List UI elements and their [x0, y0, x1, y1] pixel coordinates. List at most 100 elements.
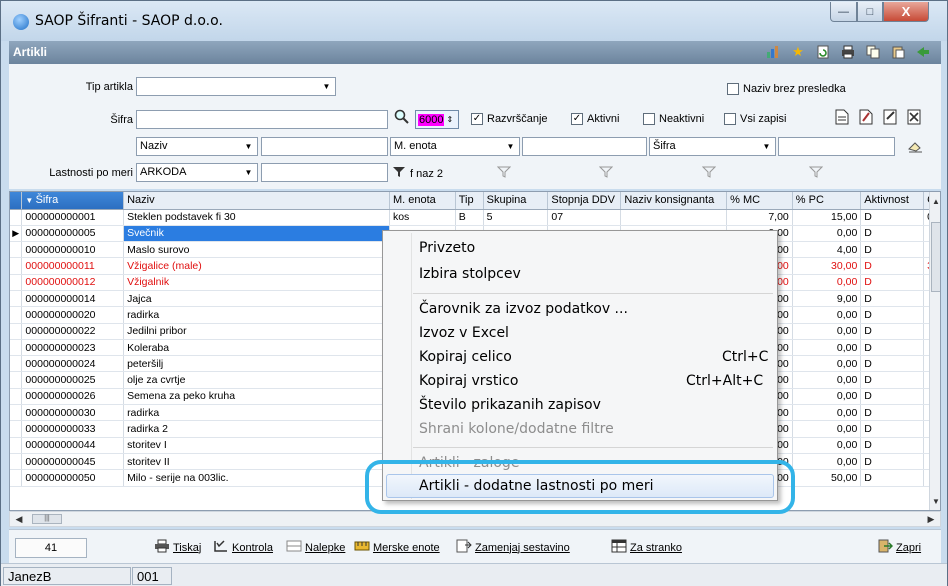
neaktivni-checkbox[interactable]: Neaktivni: [643, 113, 704, 125]
funnel-icon[interactable]: [598, 166, 614, 178]
cell-pc[interactable]: 15,00: [792, 209, 862, 226]
cell-naziv[interactable]: Vžigalice (male): [123, 257, 390, 275]
cell-naziv[interactable]: Semena za peko kruha: [123, 388, 390, 406]
cell-sifra[interactable]: 000000000033: [21, 420, 125, 438]
row-indicator[interactable]: [10, 306, 23, 324]
cell-sifra[interactable]: 000000000014: [21, 290, 125, 308]
favorite-star-icon[interactable]: ★: [790, 44, 806, 60]
edit-document-icon[interactable]: [859, 109, 873, 128]
row-indicator[interactable]: [10, 290, 23, 308]
print-icon[interactable]: [840, 44, 856, 60]
menu-item-izvoz-excel[interactable]: Izvoz v Excel: [419, 325, 509, 341]
cell-pc[interactable]: 0,00: [792, 355, 862, 373]
cell-tip[interactable]: B: [455, 209, 484, 226]
scroll-left-icon[interactable]: ◀: [12, 512, 26, 526]
tip-artikla-dropdown[interactable]: ▼: [136, 77, 336, 96]
cell-aktivnost[interactable]: D: [860, 274, 925, 291]
row-indicator[interactable]: [10, 274, 23, 291]
row-indicator[interactable]: [10, 404, 23, 422]
row-indicator[interactable]: [10, 257, 23, 275]
cell-pc[interactable]: 0,00: [792, 371, 862, 389]
minimize-button[interactable]: —: [830, 2, 857, 22]
cell-naziv[interactable]: olje za cvrtje: [123, 371, 390, 389]
cell-sifra[interactable]: 000000000005: [21, 225, 125, 243]
row-indicator[interactable]: [10, 323, 23, 340]
cell-aktivnost[interactable]: D: [860, 339, 925, 357]
column-header-naziv-konsignanta[interactable]: Naziv konsignanta: [620, 192, 728, 210]
menu-item-carovnik-izvoz[interactable]: Čarovnik za izvoz podatkov ...: [419, 301, 628, 317]
row-indicator[interactable]: [10, 355, 23, 373]
cell-naziv[interactable]: Steklen podstavek fi 30: [123, 209, 390, 226]
row-indicator[interactable]: [10, 339, 23, 357]
cell-aktivnost[interactable]: D: [860, 404, 925, 422]
cell-sifra[interactable]: 000000000024: [21, 355, 125, 373]
cell-naziv[interactable]: storitev I: [123, 437, 390, 454]
cell-sifra[interactable]: 000000000012: [21, 274, 125, 291]
cell-aktivnost[interactable]: D: [860, 453, 925, 471]
cell-aktivnost[interactable]: D: [860, 323, 925, 340]
naziv-brez-presledka-checkbox[interactable]: Naziv brez presledka: [727, 83, 846, 95]
scroll-up-icon[interactable]: ▲: [930, 194, 940, 208]
paste-icon[interactable]: [890, 44, 906, 60]
cell-sifra[interactable]: 000000000030: [21, 404, 125, 422]
cell-naziv[interactable]: storitev II: [123, 453, 390, 471]
sifra-input[interactable]: [136, 110, 388, 129]
table-row[interactable]: 000000000001 Steklen podstavek fi 30 kos B 5…: [10, 209, 940, 226]
cell-pc[interactable]: 0,00: [792, 323, 862, 340]
column-header-skupina[interactable]: Skupina: [483, 192, 549, 210]
row-indicator[interactable]: [10, 209, 23, 226]
eraser-icon[interactable]: [907, 139, 923, 156]
lastnosti-select[interactable]: ARKODA ▼: [136, 163, 258, 182]
cell-sifra[interactable]: 000000000044: [21, 437, 125, 454]
cell-naziv[interactable]: Koleraba: [123, 339, 390, 357]
cell-m-enota[interactable]: kos: [389, 209, 456, 226]
row-indicator[interactable]: [10, 420, 23, 438]
aktivni-checkbox[interactable]: ✓ Aktivni: [571, 113, 619, 125]
exit-icon[interactable]: [915, 44, 931, 60]
vertical-scrollbar[interactable]: ▲ ▼: [929, 192, 940, 510]
cell-pc[interactable]: 9,00: [792, 290, 862, 308]
delete-document-icon[interactable]: [907, 109, 921, 128]
cell-aktivnost[interactable]: D: [860, 290, 925, 308]
vsi-zapisi-checkbox[interactable]: Vsi zapisi: [724, 113, 786, 125]
column-header-naziv[interactable]: Naziv: [123, 192, 390, 210]
cell-naziv-konsignanta[interactable]: [620, 209, 728, 226]
refresh-icon[interactable]: [815, 44, 831, 60]
cell-naziv[interactable]: Svečnik: [123, 225, 390, 243]
cell-sifra[interactable]: 000000000045: [21, 453, 125, 471]
column-header-pc[interactable]: % PC: [792, 192, 862, 210]
scroll-down-icon[interactable]: ▼: [930, 494, 940, 508]
sifra-column-select[interactable]: Šifra ▼: [649, 137, 776, 156]
funnel-icon[interactable]: [496, 166, 512, 178]
cell-aktivnost[interactable]: D: [860, 306, 925, 324]
cell-aktivnost[interactable]: D: [860, 241, 925, 259]
kontrola-button[interactable]: Kontrola: [213, 539, 273, 556]
cell-aktivnost[interactable]: D: [860, 437, 925, 454]
cell-naziv[interactable]: radirka: [123, 306, 390, 324]
lastnosti-filter-input[interactable]: [261, 163, 388, 182]
cell-sifra[interactable]: 000000000010: [21, 241, 125, 259]
cell-sifra[interactable]: 000000000023: [21, 339, 125, 357]
cell-pc[interactable]: 0,00: [792, 274, 862, 291]
cell-aktivnost[interactable]: D: [860, 257, 925, 275]
cell-stopnja-ddv[interactable]: 07: [547, 209, 622, 226]
maximize-button[interactable]: □: [857, 2, 883, 22]
chart-icon[interactable]: [765, 44, 781, 60]
cell-pc[interactable]: 0,00: [792, 437, 862, 454]
cell-pc[interactable]: 0,00: [792, 339, 862, 357]
cell-sifra[interactable]: 000000000022: [21, 323, 125, 340]
tiskaj-button[interactable]: Tiskaj: [154, 539, 201, 556]
row-indicator[interactable]: [10, 437, 23, 454]
menu-item-stevilo-zapisov[interactable]: Število prikazanih zapisov: [419, 397, 601, 413]
column-header-m-enota[interactable]: M. enota: [389, 192, 456, 210]
naziv-filter-input[interactable]: [261, 137, 388, 156]
cell-aktivnost[interactable]: D: [860, 388, 925, 406]
row-indicator[interactable]: [10, 388, 23, 406]
menu-item-privzeto[interactable]: Privzeto: [419, 240, 475, 256]
column-header-sifra[interactable]: ▼ Šifra: [21, 192, 125, 210]
fnaz-filter-button[interactable]: f naz 2: [392, 166, 443, 181]
column-header-tip[interactable]: Tip: [455, 192, 484, 210]
cell-pc[interactable]: 50,00: [792, 469, 862, 487]
funnel-icon[interactable]: [701, 166, 717, 178]
cell-sifra[interactable]: 000000000026: [21, 388, 125, 406]
